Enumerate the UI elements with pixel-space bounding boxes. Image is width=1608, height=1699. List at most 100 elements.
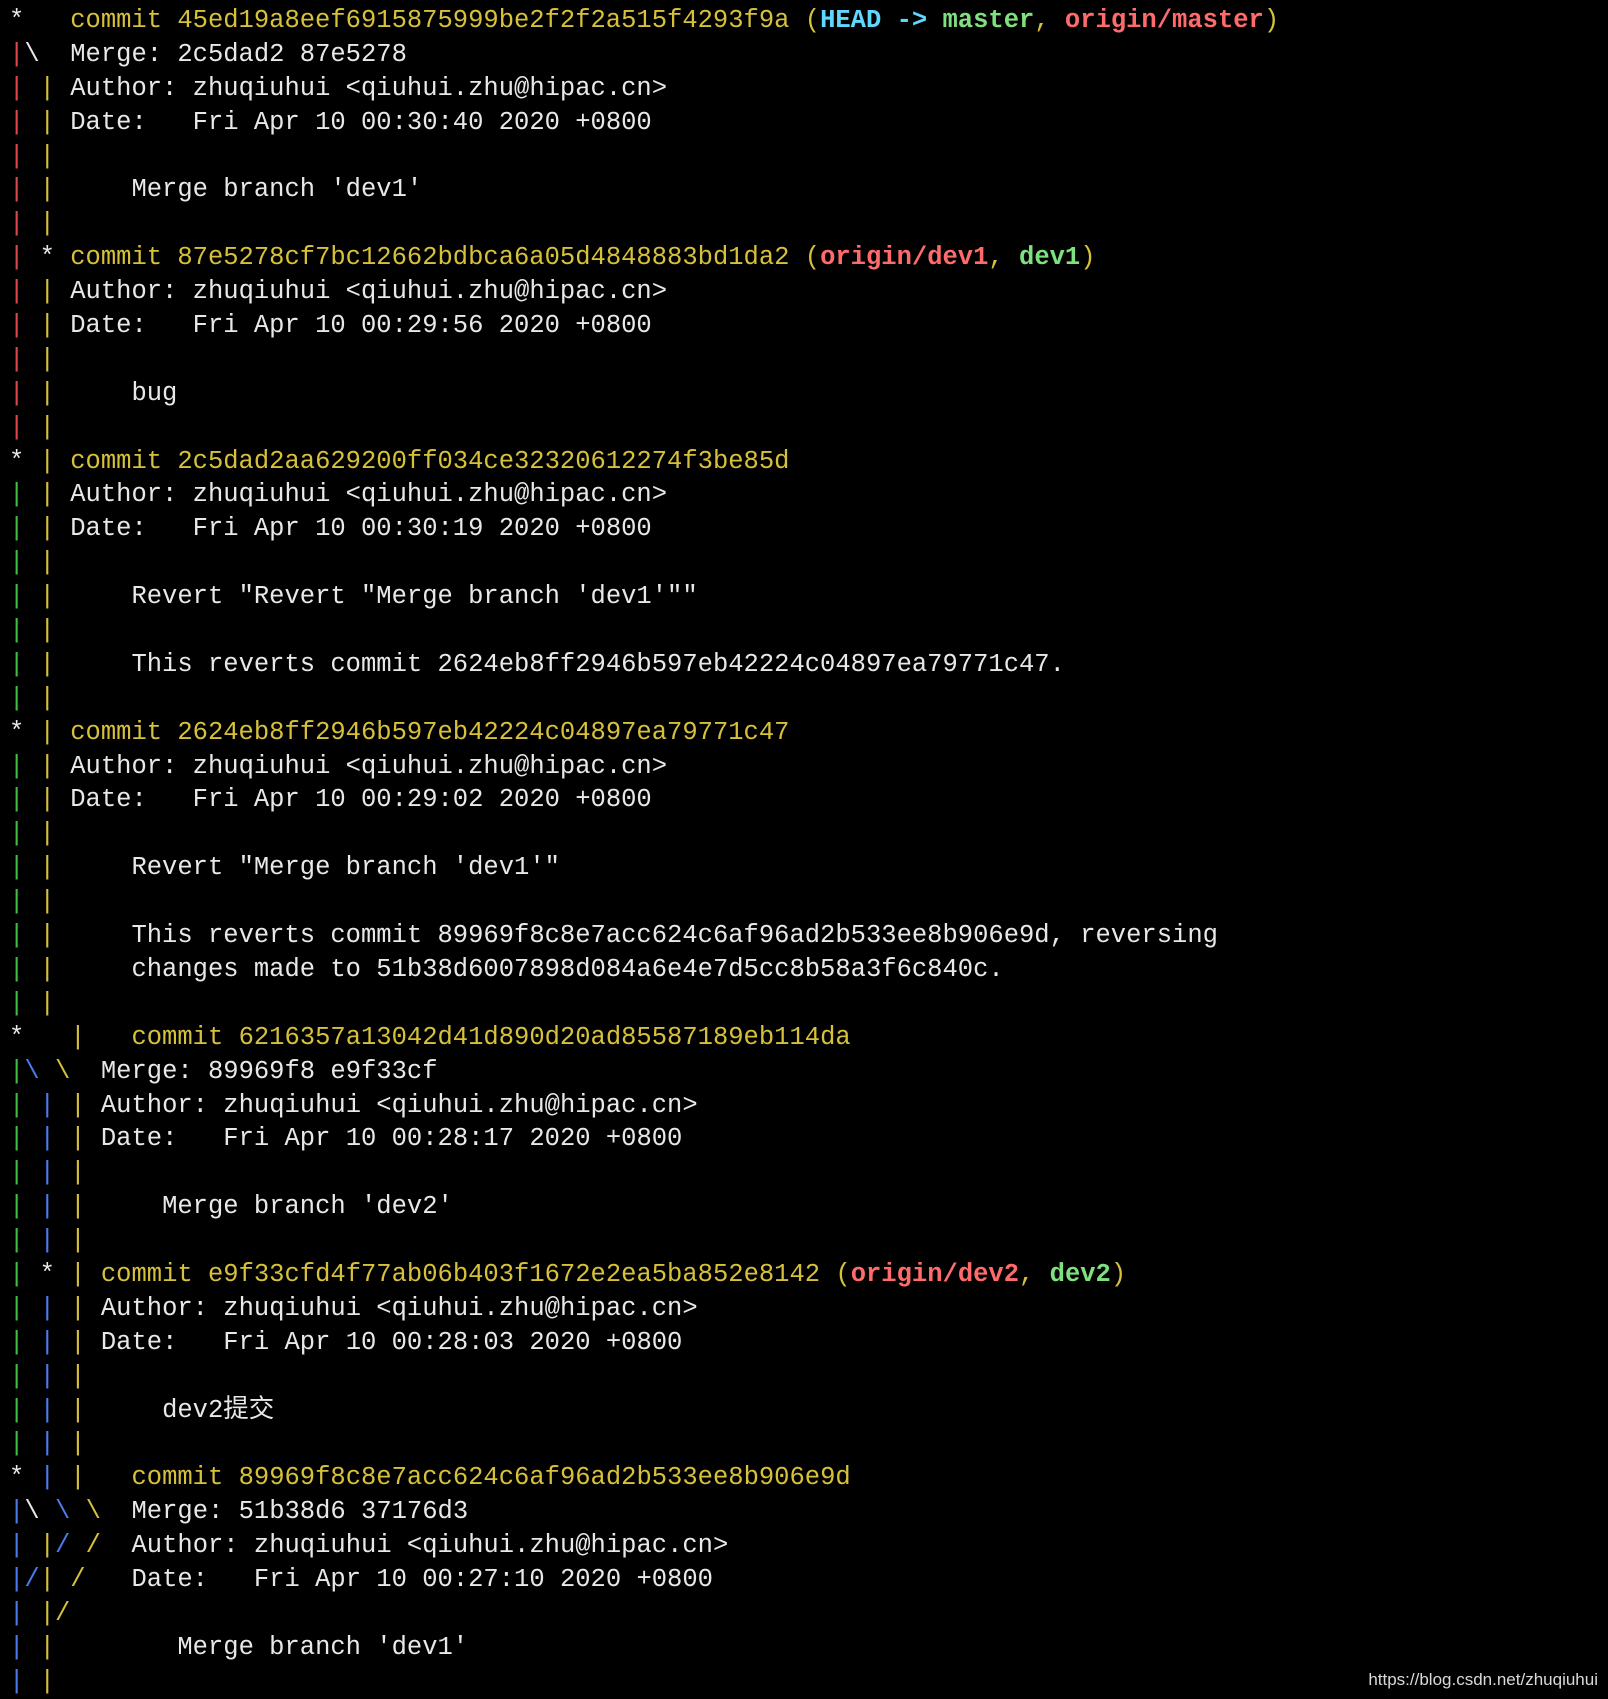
log-segment: (: [804, 6, 821, 35]
log-segment: |: [39, 954, 55, 984]
log-segment: commit 6216357a13042d41d890d20ad85587189…: [131, 1022, 851, 1052]
log-segment: |: [9, 1259, 25, 1289]
log-segment: |: [9, 1226, 25, 1256]
log-segment: HEAD ->: [820, 6, 943, 35]
log-segment: |: [39, 819, 55, 849]
log-segment: \: [85, 1497, 101, 1527]
log-segment: |: [39, 785, 55, 815]
log-segment: |: [70, 1022, 86, 1052]
log-segment: |: [39, 1564, 55, 1594]
log-segment: [24, 1633, 39, 1662]
log-line: |\ Merge: 2c5dad2 87e5278: [9, 38, 1279, 72]
log-segment: |: [39, 1531, 55, 1561]
log-segment: [24, 311, 39, 340]
log-segment: [24, 1091, 39, 1120]
log-segment: [24, 345, 39, 374]
log-segment: |: [70, 1361, 86, 1391]
log-segment: [24, 853, 39, 882]
log-segment: |: [9, 1429, 25, 1459]
log-segment: commit 2624eb8ff2946b597eb42224c04897ea7…: [70, 717, 790, 747]
log-segment: |: [39, 1632, 55, 1662]
log-segment: |: [9, 73, 25, 103]
log-segment: |: [9, 954, 25, 984]
log-segment: *: [9, 1022, 71, 1052]
log-segment: changes made to 51b38d6007898d084a6e4e7d…: [54, 954, 1004, 984]
log-line: | |/ / Author: zhuqiuhui <qiuhui.zhu@hip…: [9, 1529, 1279, 1563]
log-segment: |: [39, 1090, 55, 1120]
log-segment: ,: [1019, 1259, 1050, 1289]
log-segment: [24, 1362, 39, 1391]
log-segment: |: [9, 853, 25, 883]
log-segment: |: [39, 1361, 55, 1391]
log-line: | | |: [9, 1156, 1279, 1190]
log-segment: [24, 1531, 39, 1560]
log-segment: ): [1263, 6, 1280, 35]
log-segment: |: [39, 1226, 55, 1256]
log-segment: /: [24, 1564, 40, 1594]
log-segment: /: [54, 1598, 71, 1628]
log-segment: Date: Fri Apr 10 00:29:02 2020 +0800: [54, 785, 652, 815]
log-line: | |: [9, 207, 1279, 241]
log-line: | * commit 87e5278cf7bc12662bdbca6a05d48…: [9, 241, 1279, 275]
log-line: | | | dev2提交: [9, 1394, 1279, 1428]
log-segment: |: [39, 751, 55, 781]
log-segment: |: [9, 1124, 25, 1154]
log-segment: dev2: [1049, 1259, 1111, 1289]
log-segment: |: [9, 141, 25, 171]
log-segment: ,: [1034, 6, 1065, 35]
log-segment: [24, 379, 39, 408]
log-segment: |: [9, 751, 25, 781]
log-segment: |: [39, 921, 55, 951]
log-segment: [86, 1260, 101, 1289]
log-line: | | Revert "Merge branch 'dev1'": [9, 851, 1279, 885]
log-segment: |: [9, 311, 25, 341]
log-segment: |: [9, 548, 25, 578]
log-segment: [24, 277, 39, 306]
log-segment: *: [9, 446, 40, 476]
log-segment: ,: [988, 243, 1020, 273]
log-segment: Date: Fri Apr 10 00:28:17 2020 +0800: [85, 1124, 683, 1154]
log-segment: [24, 1599, 39, 1628]
log-segment: \: [24, 39, 40, 69]
log-segment: commit 2c5dad2aa629200ff034ce32320612274…: [70, 446, 790, 476]
log-segment: |: [39, 480, 55, 510]
log-segment: |: [39, 616, 55, 646]
log-line: * | commit 2c5dad2aa629200ff034ce3232061…: [9, 445, 1279, 479]
log-segment: |: [70, 1226, 86, 1256]
log-line: | | | Date: Fri Apr 10 00:28:17 2020 +08…: [9, 1122, 1279, 1156]
log-segment: [24, 1396, 39, 1425]
log-segment: |: [9, 582, 25, 612]
log-segment: |: [39, 1395, 55, 1425]
log-segment: Author: zhuqiuhui <qiuhui.zhu@hipac.cn>: [54, 480, 668, 510]
log-segment: [40, 1057, 55, 1086]
log-segment: |: [9, 1395, 25, 1425]
log-segment: |: [9, 1632, 25, 1662]
log-segment: |: [39, 582, 55, 612]
log-segment: |: [70, 1429, 86, 1459]
log-segment: [55, 1091, 70, 1120]
log-segment: |: [39, 1124, 55, 1154]
log-segment: |: [9, 344, 25, 374]
log-segment: Date: Fri Apr 10 00:30:19 2020 +0800: [54, 514, 652, 544]
log-segment: [55, 1158, 70, 1187]
log-segment: Author: zhuqiuhui <qiuhui.zhu@hipac.cn>: [85, 1090, 698, 1120]
log-segment: |: [9, 1192, 25, 1222]
log-segment: |: [70, 1192, 86, 1222]
log-segment: |: [39, 141, 55, 171]
log-segment: Author: zhuqiuhui <qiuhui.zhu@hipac.cn>: [54, 277, 668, 307]
log-segment: This reverts commit 89969f8c8e7acc624c6a…: [54, 921, 1218, 951]
log-segment: [55, 718, 70, 747]
log-segment: |: [39, 175, 55, 205]
log-segment: |: [70, 1259, 86, 1289]
log-segment: [24, 74, 39, 103]
log-segment: |: [9, 1564, 25, 1594]
log-line: | | Date: Fri Apr 10 00:30:19 2020 +0800: [9, 512, 1279, 546]
log-line: | | Date: Fri Apr 10 00:30:40 2020 +0800: [9, 106, 1279, 140]
log-segment: |: [39, 717, 55, 747]
log-line: * | commit 6216357a13042d41d890d20ad8558…: [9, 1021, 1279, 1055]
log-segment: |: [9, 1158, 25, 1188]
log-segment: ): [1080, 243, 1096, 273]
terminal-window[interactable]: * commit 45ed19a8eef6915875999be2f2f2a51…: [0, 0, 1608, 1696]
log-segment: |: [70, 1293, 86, 1323]
log-segment: |: [9, 514, 25, 544]
